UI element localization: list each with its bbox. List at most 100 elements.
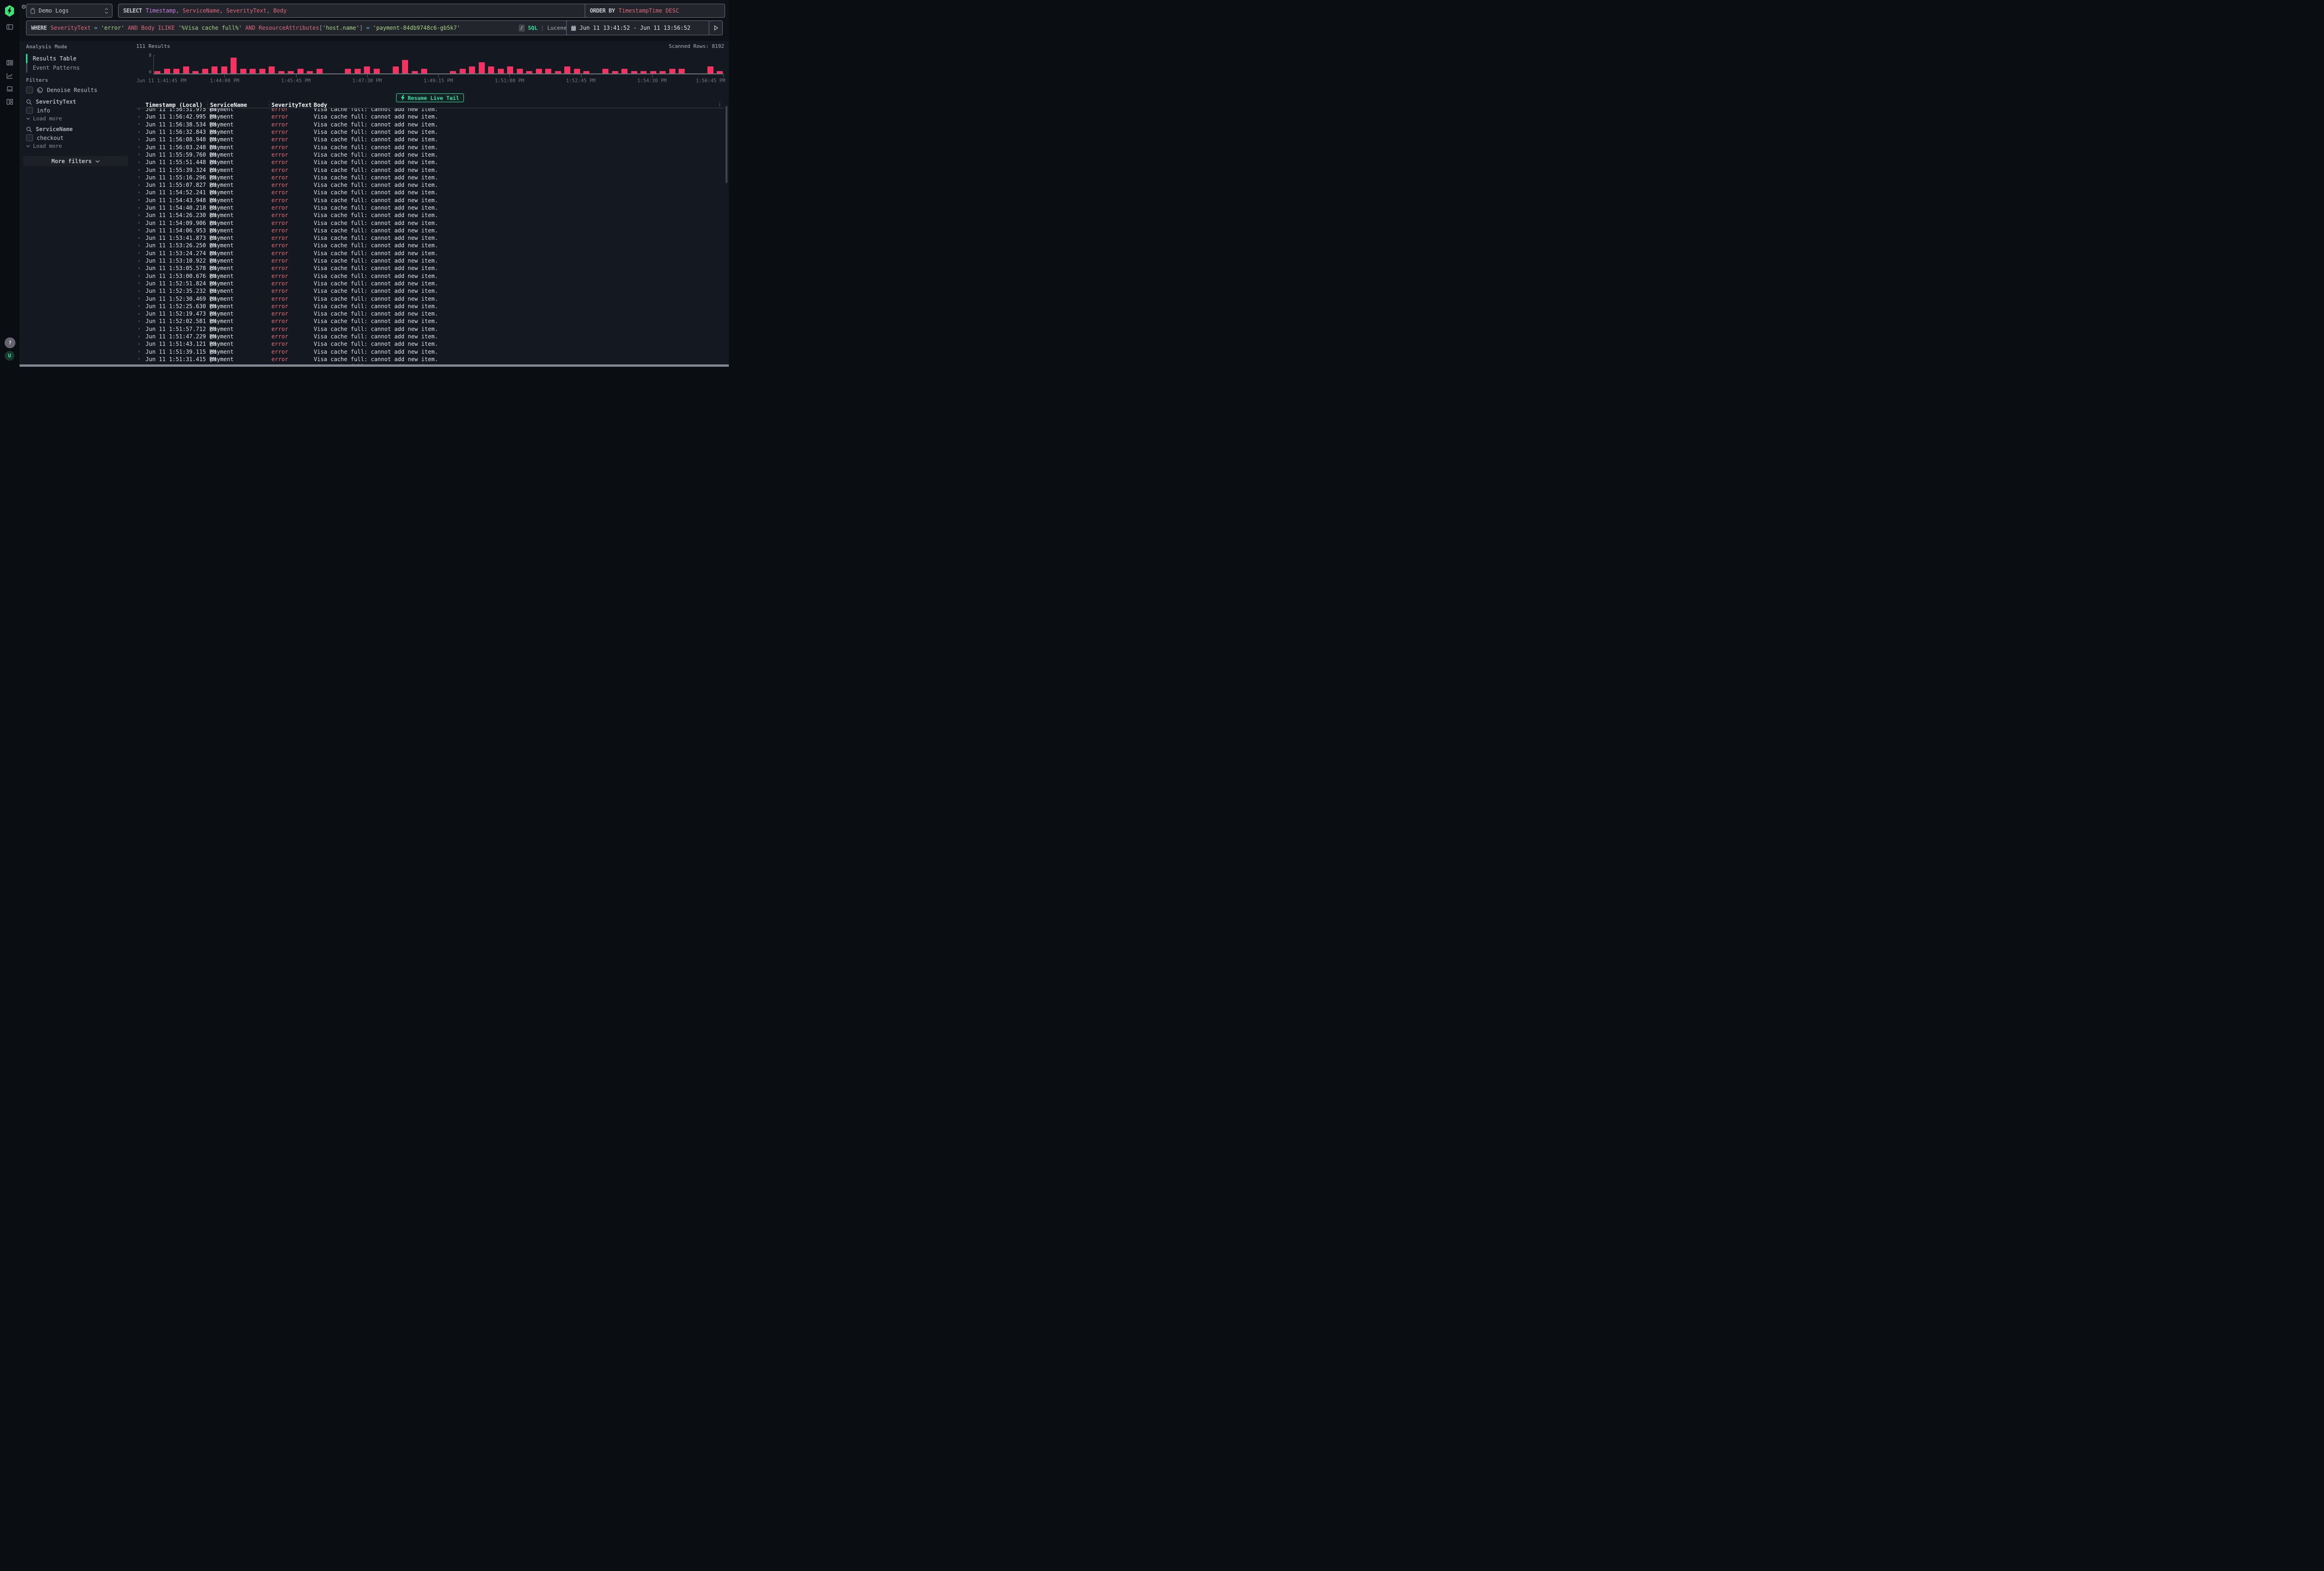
table-row[interactable]: ›Jun 11 1:51:31.415 PMpaymenterrorVisa c… bbox=[136, 356, 724, 363]
table-row[interactable]: ›Jun 11 1:55:39.324 PMpaymenterrorVisa c… bbox=[136, 166, 724, 173]
table-row[interactable]: ›Jun 11 1:52:35.232 PMpaymenterrorVisa c… bbox=[136, 287, 724, 295]
table-row[interactable]: ›Jun 11 1:53:41.873 PMpaymenterrorVisa c… bbox=[136, 234, 724, 242]
log-search-icon[interactable] bbox=[6, 59, 13, 66]
load-more-severitytext[interactable]: Load more bbox=[26, 115, 126, 122]
table-row[interactable]: ›Jun 11 1:56:51.975 PMpaymenterrorVisa c… bbox=[136, 108, 724, 113]
col-severitytext[interactable]: SeverityText bbox=[271, 102, 311, 108]
table-row[interactable]: ›Jun 11 1:54:06.953 PMpaymenterrorVisa c… bbox=[136, 227, 724, 234]
chart-bar bbox=[679, 69, 685, 73]
denoise-checkbox[interactable] bbox=[26, 86, 33, 93]
chart-explorer-icon[interactable] bbox=[6, 72, 13, 79]
table-row[interactable]: ›Jun 11 1:55:16.296 PMpaymenterrorVisa c… bbox=[136, 174, 724, 181]
sql-mode-toggle[interactable]: SQL bbox=[528, 25, 538, 31]
time-range-picker[interactable]: Jun 11 13:41:52 - Jun 11 13:56:52 bbox=[566, 20, 710, 35]
lucene-mode-toggle[interactable]: Lucene bbox=[547, 25, 567, 31]
table-row[interactable]: ›Jun 11 1:55:59.760 PMpaymenterrorVisa c… bbox=[136, 151, 724, 158]
filter-option-checkout[interactable]: checkout bbox=[26, 134, 126, 141]
table-row[interactable]: ›Jun 11 1:52:02.581 PMpaymenterrorVisa c… bbox=[136, 317, 724, 325]
where-query-input[interactable]: WHERE SeverityText = 'error' AND Body IL… bbox=[26, 20, 572, 35]
cell-timestamp: Jun 11 1:53:10.922 PM bbox=[145, 257, 205, 264]
cell-body: Visa cache full: cannot add new item. bbox=[314, 167, 724, 173]
table-row[interactable]: ›Jun 11 1:51:43.121 PMpaymenterrorVisa c… bbox=[136, 340, 724, 348]
table-row[interactable]: ›Jun 11 1:52:19.473 PMpaymenterrorVisa c… bbox=[136, 310, 724, 317]
help-button[interactable]: ? bbox=[5, 337, 15, 348]
table-row[interactable]: ›Jun 11 1:51:57.712 PMpaymenterrorVisa c… bbox=[136, 325, 724, 333]
table-row[interactable]: ›Jun 11 1:56:32.843 PMpaymenterrorVisa c… bbox=[136, 128, 724, 136]
load-more-servicename[interactable]: Load more bbox=[26, 143, 126, 149]
table-row[interactable]: ›Jun 11 1:51:47.229 PMpaymenterrorVisa c… bbox=[136, 333, 724, 340]
cell-timestamp: Jun 11 1:52:35.232 PM bbox=[145, 288, 205, 294]
more-filters-button[interactable]: More filters bbox=[23, 156, 128, 166]
table-row[interactable]: ›Jun 11 1:54:40.218 PMpaymenterrorVisa c… bbox=[136, 204, 724, 211]
chart-bar bbox=[669, 69, 675, 73]
chart-bar bbox=[498, 69, 504, 73]
table-row[interactable]: ›Jun 11 1:53:24.274 PMpaymenterrorVisa c… bbox=[136, 250, 724, 257]
table-row[interactable]: ›Jun 11 1:56:03.248 PMpaymenterrorVisa c… bbox=[136, 143, 724, 151]
order-by-input[interactable]: ORDER BY TimestampTime DESC bbox=[585, 4, 725, 18]
source-select-value: Demo Logs bbox=[39, 7, 69, 14]
sidebar-collapse-icon[interactable] bbox=[6, 23, 13, 31]
table-row[interactable]: ›Jun 11 1:51:39.115 PMpaymenterrorVisa c… bbox=[136, 348, 724, 356]
horizontal-scrollbar[interactable] bbox=[20, 364, 729, 367]
app-logo-icon[interactable] bbox=[5, 5, 14, 17]
table-row[interactable]: ›Jun 11 1:55:07.827 PMpaymenterrorVisa c… bbox=[136, 181, 724, 189]
denoise-results-row[interactable]: Denoise Results bbox=[26, 86, 126, 93]
row-expand-chevron: › bbox=[136, 220, 145, 225]
user-avatar[interactable]: U bbox=[5, 351, 14, 361]
cell-severitytext: error bbox=[271, 273, 311, 279]
dashboards-icon[interactable] bbox=[6, 98, 13, 106]
cell-servicename: payment bbox=[210, 310, 267, 317]
table-row[interactable]: ›Jun 11 1:54:26.230 PMpaymenterrorVisa c… bbox=[136, 211, 724, 219]
where-query-text: SeverityText = 'error' AND Body ILIKE '%… bbox=[51, 25, 461, 31]
table-row[interactable]: ›Jun 11 1:54:43.948 PMpaymenterrorVisa c… bbox=[136, 197, 724, 204]
table-row[interactable]: ›Jun 11 1:52:30.469 PMpaymenterrorVisa c… bbox=[136, 295, 724, 302]
cell-severitytext: error bbox=[271, 174, 311, 181]
tab-results-table[interactable]: Results Table bbox=[26, 54, 126, 63]
table-row[interactable]: ›Jun 11 1:53:10.922 PMpaymenterrorVisa c… bbox=[136, 257, 724, 264]
sessions-icon[interactable] bbox=[6, 85, 13, 92]
chart-bar bbox=[183, 66, 189, 73]
chart-bar bbox=[317, 69, 323, 73]
cell-timestamp: Jun 11 1:51:47.229 PM bbox=[145, 333, 205, 340]
vertical-scrollbar[interactable] bbox=[726, 106, 727, 183]
cell-severitytext: error bbox=[271, 288, 311, 294]
tab-event-patterns[interactable]: Event Patterns bbox=[26, 63, 126, 73]
table-row[interactable]: ›Jun 11 1:53:05.578 PMpaymenterrorVisa c… bbox=[136, 264, 724, 272]
cell-severitytext: error bbox=[271, 129, 311, 135]
table-row[interactable]: ›Jun 11 1:53:00.676 PMpaymenterrorVisa c… bbox=[136, 272, 724, 280]
table-options-kebab-icon[interactable]: ⋮ bbox=[717, 101, 722, 107]
order-by-text: TimestampTime DESC bbox=[619, 7, 679, 14]
filter-option-info[interactable]: info bbox=[26, 107, 126, 114]
table-row[interactable]: ›Jun 11 1:55:51.448 PMpaymenterrorVisa c… bbox=[136, 158, 724, 166]
table-row[interactable]: ›Jun 11 1:53:26.250 PMpaymenterrorVisa c… bbox=[136, 242, 724, 249]
table-row[interactable]: ›Jun 11 1:54:52.241 PMpaymenterrorVisa c… bbox=[136, 189, 724, 196]
col-timestamp[interactable]: Timestamp (Local) bbox=[145, 102, 205, 108]
chart-bar bbox=[173, 69, 179, 73]
table-row[interactable]: ›Jun 11 1:56:08.948 PMpaymenterrorVisa c… bbox=[136, 136, 724, 143]
analysis-mode-label: Analysis Mode bbox=[26, 44, 67, 50]
cell-servicename: payment bbox=[210, 205, 267, 211]
filter-group-severitytext[interactable]: SeverityText bbox=[26, 99, 126, 105]
select-query-input[interactable]: SELECT Timestamp, ServiceName, SeverityT… bbox=[118, 4, 590, 18]
cell-timestamp: Jun 11 1:56:42.995 PM bbox=[145, 113, 205, 120]
filter-group-servicename[interactable]: ServiceName bbox=[26, 126, 126, 132]
table-row[interactable]: ›Jun 11 1:56:42.995 PMpaymenterrorVisa c… bbox=[136, 113, 724, 120]
table-row[interactable]: ›Jun 11 1:54:09.906 PMpaymenterrorVisa c… bbox=[136, 219, 724, 226]
row-expand-chevron: › bbox=[136, 175, 145, 180]
col-body[interactable]: Body bbox=[314, 102, 724, 108]
cell-body: Visa cache full: cannot add new item. bbox=[314, 273, 724, 279]
table-row[interactable]: ›Jun 11 1:52:25.630 PMpaymenterrorVisa c… bbox=[136, 303, 724, 310]
table-row[interactable]: ›Jun 11 1:56:38.534 PMpaymenterrorVisa c… bbox=[136, 121, 724, 128]
table-row[interactable]: ›Jun 11 1:52:51.824 PMpaymenterrorVisa c… bbox=[136, 280, 724, 287]
cell-severitytext: error bbox=[271, 250, 311, 257]
cell-body: Visa cache full: cannot add new item. bbox=[314, 205, 724, 211]
source-select[interactable]: Demo Logs bbox=[26, 4, 112, 18]
checkout-checkbox[interactable] bbox=[26, 134, 33, 141]
cell-body: Visa cache full: cannot add new item. bbox=[314, 113, 724, 120]
cell-timestamp: Jun 11 1:51:43.121 PM bbox=[145, 341, 205, 347]
chart-bars[interactable] bbox=[154, 55, 723, 73]
run-query-button[interactable] bbox=[709, 20, 723, 35]
info-checkbox[interactable] bbox=[26, 107, 33, 114]
denoise-label: Denoise Results bbox=[47, 87, 97, 93]
col-servicename[interactable]: ServiceName bbox=[210, 102, 267, 108]
